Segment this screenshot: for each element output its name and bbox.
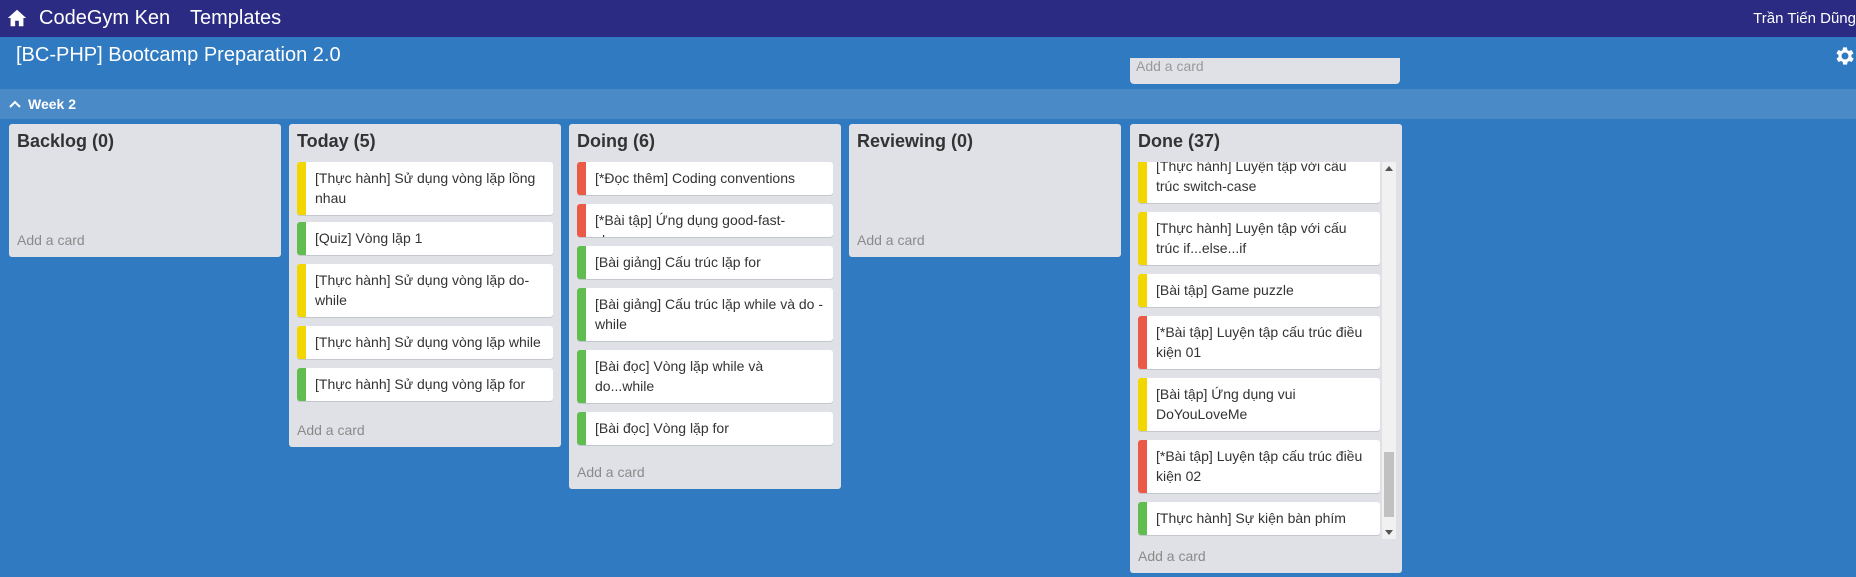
- card-title: [Thực hành] Luyện tập với cấu trúc if...…: [1156, 220, 1347, 256]
- label-green: [577, 288, 586, 341]
- top-nav-bar: CodeGym Ken Templates Trần Tiến Dũng: [0, 0, 1856, 37]
- previous-lane-add-card[interactable]: Add a card: [1130, 58, 1400, 84]
- label-yellow: [1138, 162, 1147, 203]
- list-title[interactable]: Done (37): [1138, 131, 1220, 152]
- card[interactable]: [*Đọc thêm] Coding conventions: [577, 162, 833, 195]
- label-red: [1138, 440, 1147, 493]
- label-yellow: [1138, 212, 1147, 265]
- done-list-scrollbar[interactable]: [1382, 162, 1396, 539]
- list-title[interactable]: Today (5): [297, 131, 376, 152]
- card-title: [Thực hành] Luyện tập với cấu trúc switc…: [1156, 162, 1347, 194]
- card-title: [Thực hành] Sử dụng vòng lặp while: [315, 334, 541, 350]
- list-title[interactable]: Backlog (0): [17, 131, 114, 152]
- list-title[interactable]: Doing (6): [577, 131, 655, 152]
- add-card-button[interactable]: Add a card: [1138, 548, 1206, 564]
- card-title: [Quiz] Vòng lặp 1: [315, 230, 423, 246]
- card[interactable]: [Bài tập] Game puzzle: [1138, 274, 1380, 307]
- card[interactable]: [Thực hành] Sử dụng vòng lặp while: [297, 326, 553, 359]
- scroll-up-arrow-icon[interactable]: [1385, 166, 1393, 171]
- label-green: [577, 246, 586, 279]
- card[interactable]: [Bài tập] Ứng dụng vui DoYouLoveMe: [1138, 378, 1380, 431]
- board-title[interactable]: [BC-PHP] Bootcamp Preparation 2.0: [16, 44, 341, 67]
- label-green: [577, 350, 586, 403]
- card-title: [Bài giảng] Cấu trúc lặp while và do - w…: [595, 296, 824, 332]
- board-header: [BC-PHP] Bootcamp Preparation 2.0: [0, 37, 1856, 89]
- card-title: [Thực hành] Sử dụng vòng lặp do-while: [315, 272, 530, 308]
- add-card-button[interactable]: Add a card: [577, 464, 645, 480]
- card[interactable]: [*Bài tập] Luyện tập cấu trúc điều kiện …: [1138, 440, 1380, 493]
- swimlane-header: Week 2: [0, 89, 1856, 119]
- card-title: [Bài giảng] Cấu trúc lặp for: [595, 254, 761, 270]
- previous-lane-add-card-label: Add a card: [1136, 58, 1204, 74]
- templates-link[interactable]: Templates: [190, 7, 281, 30]
- scrollbar-thumb[interactable]: [1384, 452, 1394, 517]
- card-title: [Bài đọc] Vòng lặp while và do...while: [595, 358, 764, 394]
- card-title: [Bài tập] Ứng dụng vui DoYouLoveMe: [1156, 386, 1296, 422]
- label-yellow: [297, 162, 306, 215]
- label-yellow: [1138, 378, 1147, 431]
- card[interactable]: [*Bài tập] Luyện tập cấu trúc điều kiện …: [1138, 316, 1380, 369]
- card[interactable]: [*Bài tập] Ứng dụng good-fast-cheap: [577, 204, 833, 237]
- scroll-down-arrow-icon[interactable]: [1385, 530, 1393, 535]
- card-title: [*Bài tập] Luyện tập cấu trúc điều kiện …: [1156, 324, 1363, 360]
- card-title: [*Bài tập] Ứng dụng good-fast-cheap: [595, 212, 786, 237]
- label-yellow: [1138, 274, 1147, 307]
- add-card-button[interactable]: Add a card: [17, 232, 85, 248]
- home-icon[interactable]: [6, 7, 28, 29]
- card[interactable]: [Thực hành] Luyện tập với cấu trúc if...…: [1138, 212, 1380, 265]
- label-green: [577, 412, 586, 445]
- add-card-button[interactable]: Add a card: [297, 422, 365, 438]
- card-title: [*Đọc thêm] Coding conventions: [595, 170, 795, 186]
- card[interactable]: [Bài đọc] Vòng lặp for: [577, 412, 833, 445]
- label-green: [1138, 502, 1147, 535]
- label-red: [1138, 316, 1147, 369]
- label-green: [297, 368, 306, 401]
- card-title: [Thực hành] Sử dụng vòng lặp for: [315, 376, 526, 392]
- label-red: [577, 204, 586, 237]
- card[interactable]: [Thực hành] Sử dụng vòng lặp lồng nhau: [297, 162, 553, 215]
- card[interactable]: [Thực hành] Sử dụng vòng lặp for: [297, 368, 553, 401]
- label-red: [577, 162, 586, 195]
- card[interactable]: [Bài giảng] Cấu trúc lặp while và do - w…: [577, 288, 833, 341]
- list-title[interactable]: Reviewing (0): [857, 131, 973, 152]
- label-yellow: [297, 326, 306, 359]
- card-title: [Bài tập] Game puzzle: [1156, 282, 1294, 298]
- list-done: Done (37) [Thực hành] Luyện tập với cấu …: [1130, 124, 1402, 573]
- card-title: [Thực hành] Sự kiện bàn phím: [1156, 510, 1346, 526]
- card[interactable]: [Bài đọc] Vòng lặp while và do...while: [577, 350, 833, 403]
- swimlane-title[interactable]: Week 2: [28, 96, 76, 112]
- card-title: [*Bài tập] Luyện tập cấu trúc điều kiện …: [1156, 448, 1363, 484]
- done-card-scroll-area[interactable]: [Thực hành] Luyện tập với cấu trúc switc…: [1138, 162, 1394, 539]
- card-title: [Thực hành] Sử dụng vòng lặp lồng nhau: [315, 170, 536, 206]
- list-today: Today (5) [Thực hành] Sử dụng vòng lặp l…: [289, 124, 561, 447]
- list-backlog: Backlog (0) Add a card: [9, 124, 281, 257]
- list-doing: Doing (6) [*Đọc thêm] Coding conventions…: [569, 124, 841, 489]
- org-name-link[interactable]: CodeGym Ken: [39, 7, 170, 30]
- card[interactable]: [Thực hành] Sử dụng vòng lặp do-while: [297, 264, 553, 317]
- card-title: [Bài đọc] Vòng lặp for: [595, 420, 729, 436]
- gear-icon[interactable]: [1832, 44, 1856, 68]
- list-reviewing: Reviewing (0) Add a card: [849, 124, 1121, 257]
- label-green: [297, 222, 306, 255]
- card[interactable]: [Quiz] Vòng lặp 1: [297, 222, 553, 255]
- add-card-button[interactable]: Add a card: [857, 232, 925, 248]
- card[interactable]: [Thực hành] Sự kiện bàn phím: [1138, 502, 1380, 535]
- label-yellow: [297, 264, 306, 317]
- card[interactable]: [Thực hành] Luyện tập với cấu trúc switc…: [1138, 162, 1380, 203]
- card[interactable]: [Bài giảng] Cấu trúc lặp for: [577, 246, 833, 279]
- chevron-up-icon[interactable]: [8, 97, 22, 111]
- user-name[interactable]: Trần Tiến Dũng: [1753, 10, 1856, 27]
